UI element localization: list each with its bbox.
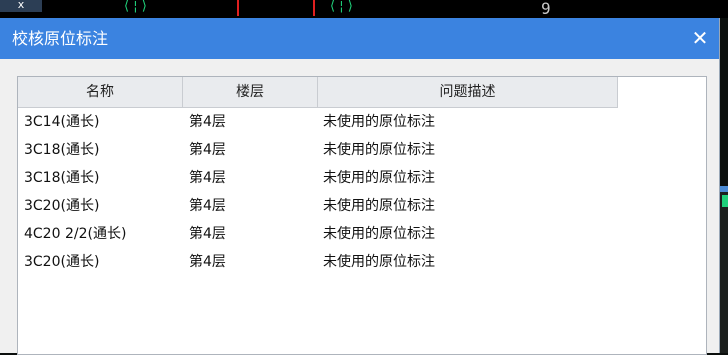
cell-issue: 未使用的原位标注 (323, 226, 435, 242)
cell-name: 3C20(通长) (24, 254, 100, 270)
cell-issue: 未使用的原位标注 (323, 198, 435, 214)
cell-issue: 未使用的原位标注 (323, 170, 435, 186)
check-annotation-dialog: 校核原位标注 ✕ 名称 楼层 问题描述 3C14(通长) 第4层 未使用的原位标… (0, 18, 720, 355)
background-strip (719, 190, 728, 353)
cad-red-line (313, 0, 315, 16)
cell-name: 3C18(通长) (24, 170, 100, 186)
column-header-issue[interactable]: 问题描述 (318, 77, 618, 107)
cell-floor: 第4层 (189, 226, 226, 242)
cad-tab[interactable]: x (0, 0, 42, 12)
list-item[interactable]: 3C14(通长) 第4层 未使用的原位标注 (18, 108, 706, 136)
cell-name: 3C18(通长) (24, 142, 100, 158)
cell-floor: 第4层 (189, 254, 226, 270)
dialog-title: 校核原位标注 (12, 29, 109, 48)
dialog-titlebar[interactable]: 校核原位标注 ✕ (0, 18, 719, 59)
list-item[interactable]: 3C20(通长) 第4层 未使用的原位标注 (18, 192, 706, 220)
cell-floor: 第4层 (189, 170, 226, 186)
list-item[interactable]: 3C18(通长) 第4层 未使用的原位标注 (18, 164, 706, 192)
list-item[interactable]: 4C20 2/2(通长) 第4层 未使用的原位标注 (18, 220, 706, 248)
background-marker (719, 186, 728, 192)
cell-floor: 第4层 (189, 142, 226, 158)
cell-floor: 第4层 (189, 114, 226, 130)
grid-axis-label: 9 (541, 0, 551, 18)
background-marker (722, 195, 728, 207)
cad-annotation: ⟨ ¦ ⟩ (330, 0, 353, 14)
cad-red-line (237, 0, 239, 16)
list-header: 名称 楼层 问题描述 (18, 77, 618, 108)
cell-issue: 未使用的原位标注 (323, 114, 435, 130)
cell-name: 4C20 2/2(通长) (24, 226, 127, 242)
cell-floor: 第4层 (189, 198, 226, 214)
list-item[interactable]: 3C20(通长) 第4层 未使用的原位标注 (18, 248, 706, 276)
close-icon[interactable]: ✕ (689, 27, 711, 49)
list-item[interactable]: 3C18(通长) 第4层 未使用的原位标注 (18, 136, 706, 164)
cell-name: 3C14(通长) (24, 114, 100, 130)
cell-issue: 未使用的原位标注 (323, 254, 435, 270)
column-header-name[interactable]: 名称 (18, 77, 183, 107)
cell-name: 3C20(通长) (24, 198, 100, 214)
issue-list[interactable]: 名称 楼层 问题描述 3C14(通长) 第4层 未使用的原位标注 3C18(通长… (17, 76, 707, 355)
column-header-floor[interactable]: 楼层 (183, 77, 318, 107)
cell-issue: 未使用的原位标注 (323, 142, 435, 158)
cad-canvas[interactable] (0, 0, 728, 18)
cad-annotation: ⟨ ¦ ⟩ (124, 0, 147, 14)
